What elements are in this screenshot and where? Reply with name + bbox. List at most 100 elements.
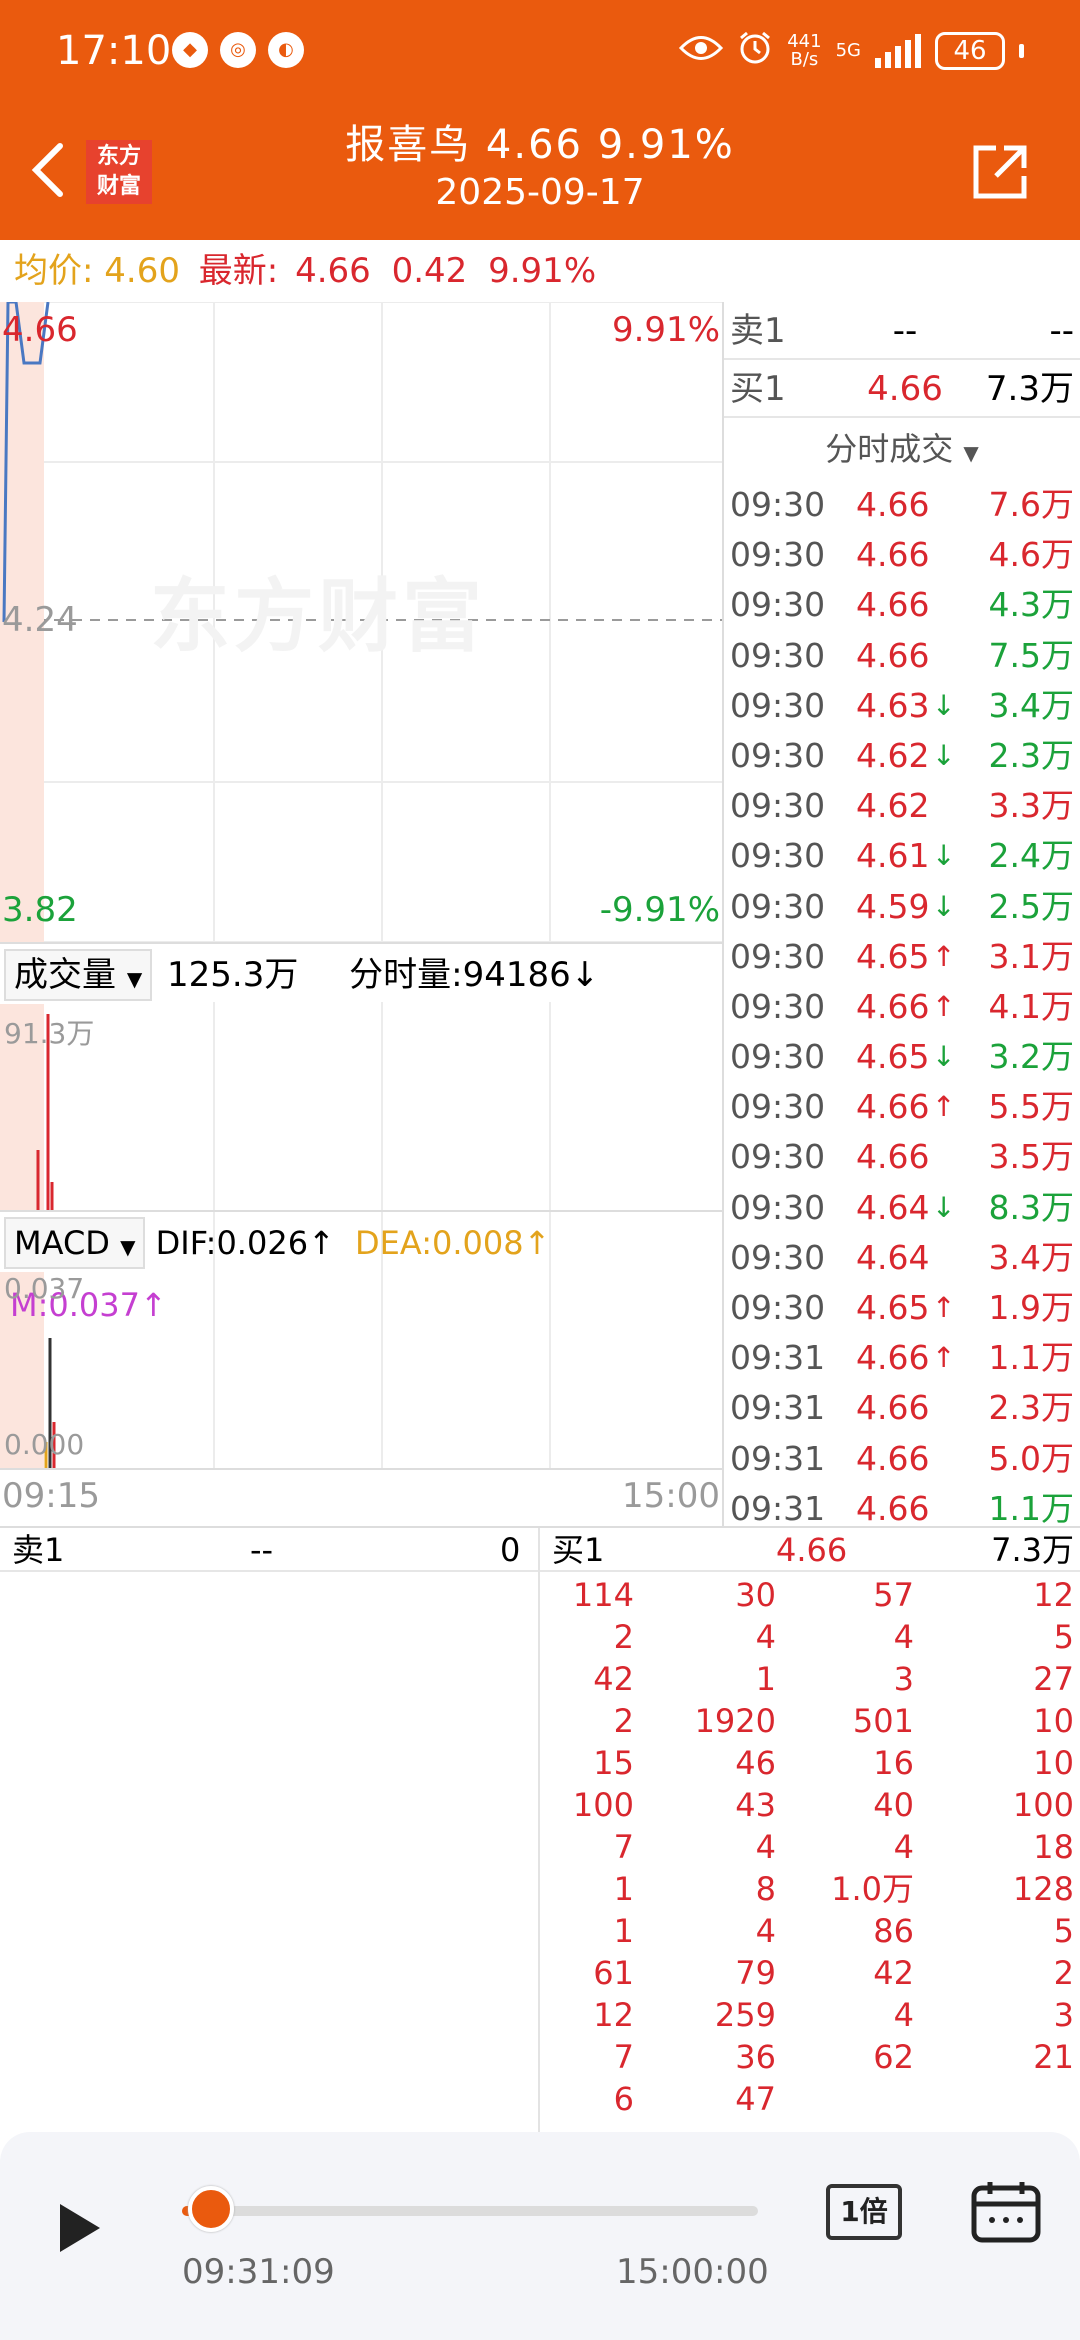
queue-sell-vol: 0 (500, 1531, 521, 1569)
trade-row: 09:30 4.66 ↑ 5.5万 (724, 1082, 1080, 1132)
playback-slider[interactable] (182, 2186, 758, 2232)
price-top-label: 4.66 (2, 310, 78, 350)
queue-cell: 4 (755, 1828, 776, 1866)
avg-value: 4.60 (104, 251, 180, 291)
trade-volume: 3.2万 (988, 1037, 1074, 1077)
queue-cell: 86 (873, 1912, 914, 1950)
queue-cell: 8 (755, 1870, 776, 1908)
queue-cell: 7 (613, 2038, 634, 2076)
trade-time: 09:31 (730, 1338, 826, 1378)
trade-price: 4.66 (856, 485, 930, 524)
trade-volume: 3.5万 (988, 1137, 1074, 1177)
queue-cell: 5 (1053, 1912, 1074, 1950)
trade-volume: 4.1万 (988, 986, 1074, 1026)
trade-price: 4.65 (856, 1037, 930, 1077)
trade-price: 4.66 (856, 1338, 930, 1378)
queue-sell-label: 卖1 (12, 1531, 65, 1569)
queue-cell: 4 (755, 1618, 776, 1656)
trade-volume: 7.6万 (988, 485, 1074, 524)
queue-cell: 4 (893, 1996, 914, 2034)
trade-volume: 3.4万 (988, 685, 1074, 725)
trade-price: 4.64 (856, 1187, 930, 1227)
share-icon[interactable] (970, 142, 1030, 202)
intraday-chart[interactable]: 4.66 9.91% 4.24 东方财富 3.82 -9.91% 成交量 ▼ 1… (0, 302, 722, 1526)
trade-direction-icon: ↓ (932, 738, 956, 772)
trade-direction-icon: ↑ (932, 989, 956, 1023)
trade-row: 09:30 4.66 7.5万 (724, 631, 1080, 681)
latest-pct: 9.91% (488, 251, 597, 291)
trade-volume: 3.3万 (988, 786, 1074, 826)
net-speed-unit: B/s (790, 48, 819, 70)
trade-price: 4.65 (856, 936, 930, 976)
trade-time: 09:30 (730, 1137, 826, 1177)
queue-cell: 62 (873, 2038, 914, 2076)
play-button[interactable] (56, 2200, 104, 2260)
trade-row: 09:30 4.62 3.3万 (724, 781, 1080, 831)
trade-price: 4.63 (856, 685, 930, 725)
volume-indicator-dropdown[interactable]: 成交量 ▼ (4, 949, 153, 1001)
queue-cell: 42 (593, 1660, 634, 1698)
trade-price: 4.66 (856, 585, 930, 625)
trades-dropdown[interactable]: 分时成交 ▼ (724, 418, 1080, 480)
queue-cell: 501 (852, 1702, 914, 1740)
trade-time: 09:30 (730, 1288, 826, 1327)
trade-time: 09:31 (730, 1388, 826, 1428)
macd-dea: DEA:0.008↑ (355, 1224, 551, 1262)
trade-time: 09:30 (730, 585, 826, 625)
queue-cell: 3 (1053, 1996, 1074, 2034)
trades-list[interactable]: 09:30 4.66 7.6万 09:30 4.66 4.6万 09:30 4.66 4.3万 0… (724, 480, 1080, 1534)
trade-time: 09:30 (730, 1237, 826, 1277)
trade-volume: 2.3万 (988, 1388, 1074, 1428)
trade-row: 09:30 4.61 ↓ 2.4万 (724, 831, 1080, 881)
chevron-down-icon: ▼ (126, 967, 143, 991)
trade-row: 09:30 4.64 ↓ 8.3万 (724, 1183, 1080, 1233)
queue-cell: 100 (1012, 1786, 1074, 1824)
queue-cell: 42 (873, 1954, 914, 1992)
playback-bar: 09:31:09 15:00:00 1倍 (0, 2132, 1080, 2340)
queue-cell: 2 (613, 1618, 634, 1656)
macd-dif: DIF:0.026↑ (155, 1224, 335, 1262)
macd-indicator-dropdown[interactable]: MACD ▼ (4, 1217, 146, 1269)
playback-handle[interactable] (187, 2186, 234, 2232)
trade-price: 4.66 (856, 535, 930, 575)
latest-change: 0.42 (391, 251, 468, 291)
queue-cell: 5 (1053, 1618, 1074, 1656)
volume-time: 分时量:94186↓ (349, 955, 600, 995)
app-header: 17:10 ◆ ◎ ◐ 441 B/s 5G 46 东方 财富 报喜鸟 4.66 … (0, 0, 1080, 240)
queue-buy-label: 买1 (552, 1531, 605, 1569)
trade-price: 4.59 (856, 886, 930, 926)
battery-icon: 46 (935, 31, 1005, 70)
queue-cell: 61 (593, 1954, 634, 1992)
queue-row: 15 46 16 10 (540, 1742, 1080, 1784)
trade-volume: 2.3万 (988, 735, 1074, 775)
trade-volume: 2.5万 (988, 886, 1074, 926)
queue-cell: 114 (572, 1576, 634, 1614)
queue-buy-price: 4.66 (776, 1531, 848, 1569)
trade-volume: 2.4万 (988, 836, 1074, 876)
queue-cell: 16 (873, 1744, 914, 1782)
trade-volume: 5.5万 (988, 1087, 1074, 1127)
trade-row: 09:30 4.66 ↑ 4.1万 (724, 982, 1080, 1032)
trade-time: 09:30 (730, 1187, 826, 1227)
trade-row: 09:31 4.66 5.0万 (724, 1434, 1080, 1484)
trade-direction-icon: ↓ (932, 688, 956, 722)
trade-price: 4.66 (856, 1388, 930, 1428)
trade-row: 09:30 4.65 ↓ 3.2万 (724, 1032, 1080, 1082)
trade-direction-icon: ↑ (932, 1291, 956, 1324)
queue-cell: 12 (1033, 1576, 1074, 1614)
trade-row: 09:30 4.65 ↑ 1.9万 (724, 1283, 1080, 1333)
buy1-price: 4.66 (867, 369, 943, 409)
queue-cell: 1.0万 (831, 1870, 914, 1908)
trade-time: 09:30 (730, 485, 826, 524)
trade-row: 09:30 4.64 3.4万 (724, 1233, 1080, 1283)
speed-button[interactable]: 1倍 (826, 2184, 902, 2240)
playback-current-time: 09:31:09 (182, 2252, 335, 2292)
queue-row: 2 1920 501 10 (540, 1700, 1080, 1742)
trade-price: 4.66 (856, 635, 930, 675)
trade-direction-icon: ↓ (932, 889, 956, 923)
queue-cell: 79 (735, 1954, 776, 1992)
calendar-icon[interactable] (970, 2180, 1042, 2248)
queue-cell: 1 (755, 1660, 776, 1698)
app-notification-icon-2: ◐ (268, 32, 304, 68)
volume-header: 成交量 ▼ 125.3万 分时量:94186↓ (0, 942, 722, 1004)
